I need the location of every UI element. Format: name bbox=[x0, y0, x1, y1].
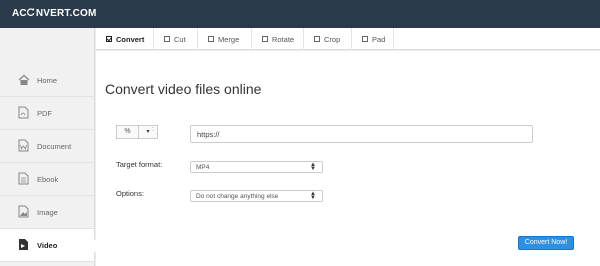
sidebar-item-pdf[interactable]: PDF bbox=[0, 97, 94, 130]
main-panel: Convert video files online % ▾ : Target … bbox=[96, 51, 600, 266]
chevron-down-icon[interactable]: ▾ bbox=[139, 126, 157, 138]
tab-pad[interactable]: Pad bbox=[352, 28, 394, 50]
video-icon bbox=[18, 238, 30, 252]
sidebar-item-label: PDF bbox=[37, 109, 52, 118]
link-icon[interactable]: % bbox=[117, 126, 139, 138]
checkbox-icon bbox=[362, 36, 368, 42]
sidebar-item-label: Home bbox=[37, 76, 58, 85]
tab-crop[interactable]: Crop bbox=[304, 28, 352, 50]
home-icon bbox=[18, 73, 30, 87]
image-icon bbox=[18, 205, 30, 219]
checkbox-icon bbox=[208, 36, 214, 42]
tool-tabs: Convert Cut Merge Rotate Crop Pad bbox=[96, 28, 600, 50]
sidebar-item-video[interactable]: Video bbox=[0, 229, 101, 262]
site-logo[interactable]: AC NVERT.COM bbox=[12, 8, 97, 19]
sidebar-item-label: Document bbox=[37, 142, 72, 151]
sidebar-item-label: Image bbox=[37, 208, 58, 217]
ebook-icon bbox=[18, 172, 30, 186]
sidebar-item-home[interactable]: Home bbox=[0, 64, 94, 97]
checkbox-checked-icon bbox=[106, 36, 112, 42]
refresh-icon bbox=[27, 8, 36, 19]
document-icon bbox=[18, 139, 30, 153]
options-select[interactable]: Do not change anything else ▲ ▼ bbox=[190, 190, 323, 202]
convert-now-button[interactable]: Convert Now! bbox=[518, 236, 574, 250]
sidebar-item-ebook[interactable]: Ebook bbox=[0, 163, 94, 196]
target-format-label: Target format: bbox=[116, 160, 163, 169]
tab-convert[interactable]: Convert bbox=[96, 28, 154, 50]
top-bar: AC NVERT.COM bbox=[0, 0, 600, 28]
tab-merge[interactable]: Merge bbox=[198, 28, 252, 50]
url-input[interactable] bbox=[190, 125, 533, 143]
options-label: Options: bbox=[116, 189, 144, 198]
checkbox-icon bbox=[262, 36, 268, 42]
sidebar-item-document[interactable]: Document bbox=[0, 130, 94, 163]
separator: : bbox=[152, 126, 154, 133]
sidebar: Home PDF Document Ebook Image Video bbox=[0, 28, 101, 266]
sort-arrows-icon: ▲ ▼ bbox=[310, 191, 316, 201]
sidebar-item-label: Video bbox=[37, 241, 58, 250]
checkbox-icon bbox=[314, 36, 320, 42]
sidebar-item-label: Ebook bbox=[37, 175, 59, 184]
tab-cut[interactable]: Cut bbox=[154, 28, 198, 50]
checkbox-icon bbox=[164, 36, 170, 42]
page-title: Convert video files online bbox=[105, 81, 262, 97]
pdf-icon bbox=[18, 106, 30, 120]
sidebar-item-image[interactable]: Image bbox=[0, 196, 94, 229]
tab-rotate[interactable]: Rotate bbox=[252, 28, 304, 50]
sort-arrows-icon: ▲ ▼ bbox=[310, 162, 316, 172]
target-format-select[interactable]: MP4 ▲ ▼ bbox=[190, 161, 323, 173]
